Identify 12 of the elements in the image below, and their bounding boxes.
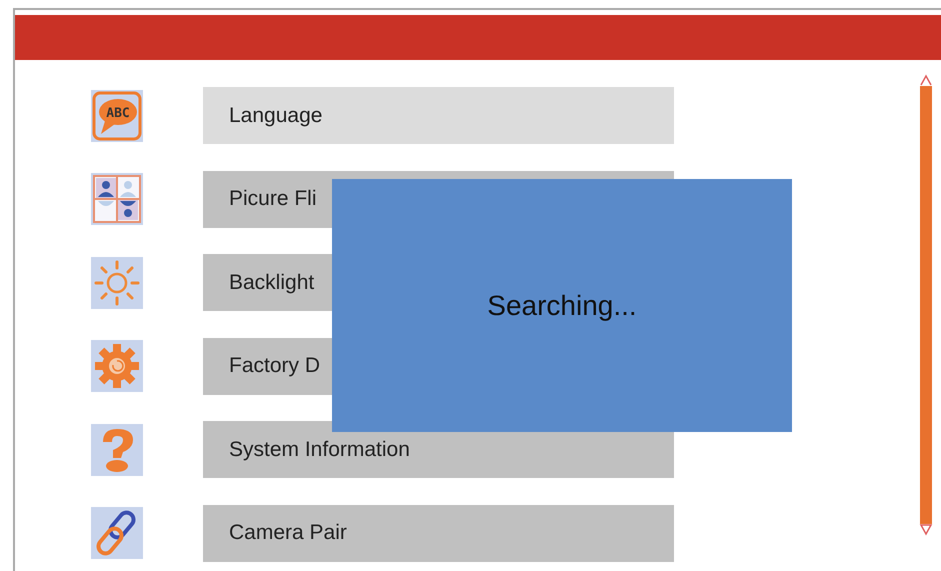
- sun-icon: [91, 256, 143, 309]
- people-grid-icon: [91, 173, 143, 226]
- gear-icon: [91, 340, 143, 392]
- scrollbar[interactable]: [920, 86, 932, 524]
- question-mark-icon: [91, 424, 143, 476]
- dialog-message: Searching...: [487, 290, 637, 322]
- menu-item[interactable]: Language: [203, 87, 674, 144]
- menu-item[interactable]: Camera Pair: [203, 504, 674, 562]
- speech-bubble-icon: ABC: [91, 90, 143, 142]
- chain-link-icon: [91, 507, 143, 560]
- scroll-up-icon[interactable]: [919, 74, 933, 86]
- scroll-down-icon[interactable]: [919, 524, 933, 536]
